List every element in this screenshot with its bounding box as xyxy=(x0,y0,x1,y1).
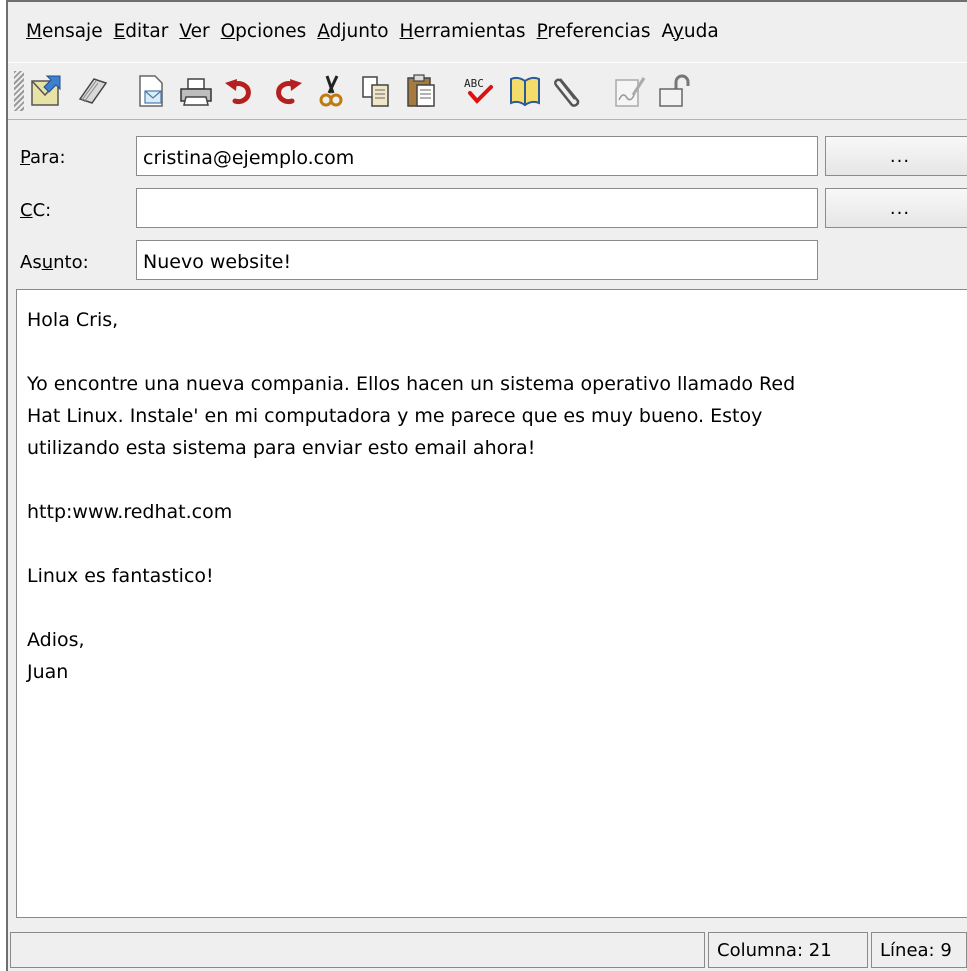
attach-button[interactable] xyxy=(551,71,589,111)
paste-icon xyxy=(407,74,435,107)
message-paragraph: Linux es fantastico! xyxy=(27,565,214,587)
redo-icon xyxy=(276,79,302,105)
new-button[interactable] xyxy=(132,71,170,111)
svg-text:ABC: ABC xyxy=(464,77,484,90)
menu-mnemonic: H xyxy=(399,20,414,42)
save-draft-button[interactable] xyxy=(73,71,111,111)
menu-label: pciones xyxy=(235,20,307,42)
new-icon xyxy=(139,75,163,107)
menu-label: A xyxy=(661,20,673,42)
message-paragraph: http:www.redhat.com xyxy=(27,501,233,523)
undo-icon xyxy=(225,79,251,105)
address-book-icon xyxy=(510,76,540,107)
menu-label: uda xyxy=(683,20,719,42)
menu-label: referencias xyxy=(547,20,651,42)
print-icon xyxy=(180,78,212,106)
send-button[interactable] xyxy=(28,71,66,111)
menu-label: erramientas xyxy=(413,20,526,42)
subject-label-mnemonic: u xyxy=(41,252,54,273)
menu-mnemonic: V xyxy=(179,20,191,42)
encrypt-lock-icon xyxy=(659,74,690,107)
sign-button[interactable] xyxy=(610,71,648,111)
status-message xyxy=(10,932,705,968)
menu-mnemonic: y xyxy=(672,20,684,42)
menu-opciones[interactable]: Opciones xyxy=(221,21,307,42)
cc-label: CC: xyxy=(20,200,51,221)
cc-address-picker-button[interactable]: ... xyxy=(825,188,967,228)
menu-preferencias[interactable]: Preferencias xyxy=(537,21,651,42)
toolbar-grip[interactable] xyxy=(14,71,24,111)
menu-ayuda[interactable]: Ayuda xyxy=(662,21,719,42)
copy-button[interactable] xyxy=(357,71,395,111)
message-paragraph: Adios, Juan xyxy=(27,629,85,683)
menu-label: ditar xyxy=(125,20,169,42)
paste-button[interactable] xyxy=(402,71,440,111)
to-label: Para: xyxy=(20,147,66,168)
toolbar: ABC xyxy=(8,62,967,120)
copy-icon xyxy=(362,76,389,107)
menu-mensaje[interactable]: Mensaje xyxy=(26,21,103,42)
to-address-picker-button[interactable]: ... xyxy=(825,136,967,176)
redo-button[interactable] xyxy=(267,71,305,111)
address-book-button[interactable] xyxy=(506,71,544,111)
menu-mnemonic: M xyxy=(26,20,42,42)
spellcheck-button[interactable]: ABC xyxy=(461,71,499,111)
compose-window: Mensaje Editar Ver Opciones Adjunto Herr… xyxy=(6,0,967,971)
menu-label: djunto xyxy=(329,20,389,42)
save-draft-icon xyxy=(78,78,108,104)
attach-icon xyxy=(554,78,580,107)
subject-label-text: nto: xyxy=(53,252,89,273)
menu-mnemonic: O xyxy=(220,20,236,42)
cut-icon xyxy=(319,75,343,107)
cc-field[interactable] xyxy=(136,188,818,228)
menu-herramientas[interactable]: Herramientas xyxy=(400,21,526,42)
cut-button[interactable] xyxy=(312,71,350,111)
to-label-text: ara: xyxy=(30,147,66,168)
print-button[interactable] xyxy=(177,71,215,111)
subject-label-text: As xyxy=(20,252,42,273)
subject-label: Asunto: xyxy=(20,252,89,273)
menu-mnemonic: P xyxy=(536,20,548,42)
menu-label: er xyxy=(190,20,210,42)
menu-mnemonic: A xyxy=(317,20,330,42)
menu-ver[interactable]: Ver xyxy=(179,21,209,42)
status-line: Línea: 9 xyxy=(871,932,967,968)
status-column: Columna: 21 xyxy=(708,932,868,968)
menu-editar[interactable]: Editar xyxy=(114,21,169,42)
subject-field[interactable]: Nuevo website! xyxy=(136,240,818,280)
menu-label: ensaje xyxy=(41,20,103,42)
menu-mnemonic: E xyxy=(113,20,126,42)
to-field[interactable]: cristina@ejemplo.com xyxy=(136,136,818,176)
undo-button[interactable] xyxy=(222,71,260,111)
cc-label-text: C: xyxy=(32,200,52,221)
to-label-mnemonic: P xyxy=(20,147,31,168)
message-body[interactable]: Hola Cris, Yo encontre una nueva compani… xyxy=(16,289,967,918)
spellcheck-icon: ABC xyxy=(464,77,493,104)
encrypt-button[interactable] xyxy=(655,71,693,111)
cc-label-mnemonic: C xyxy=(20,200,33,221)
menubar: Mensaje Editar Ver Opciones Adjunto Herr… xyxy=(8,2,967,60)
message-paragraph: Hola Cris, xyxy=(27,309,119,331)
message-paragraph: Yo encontre una nueva compania. Ellos ha… xyxy=(27,373,796,459)
sign-icon xyxy=(615,77,646,107)
menu-adjunto[interactable]: Adjunto xyxy=(317,21,388,42)
send-icon xyxy=(31,75,61,106)
